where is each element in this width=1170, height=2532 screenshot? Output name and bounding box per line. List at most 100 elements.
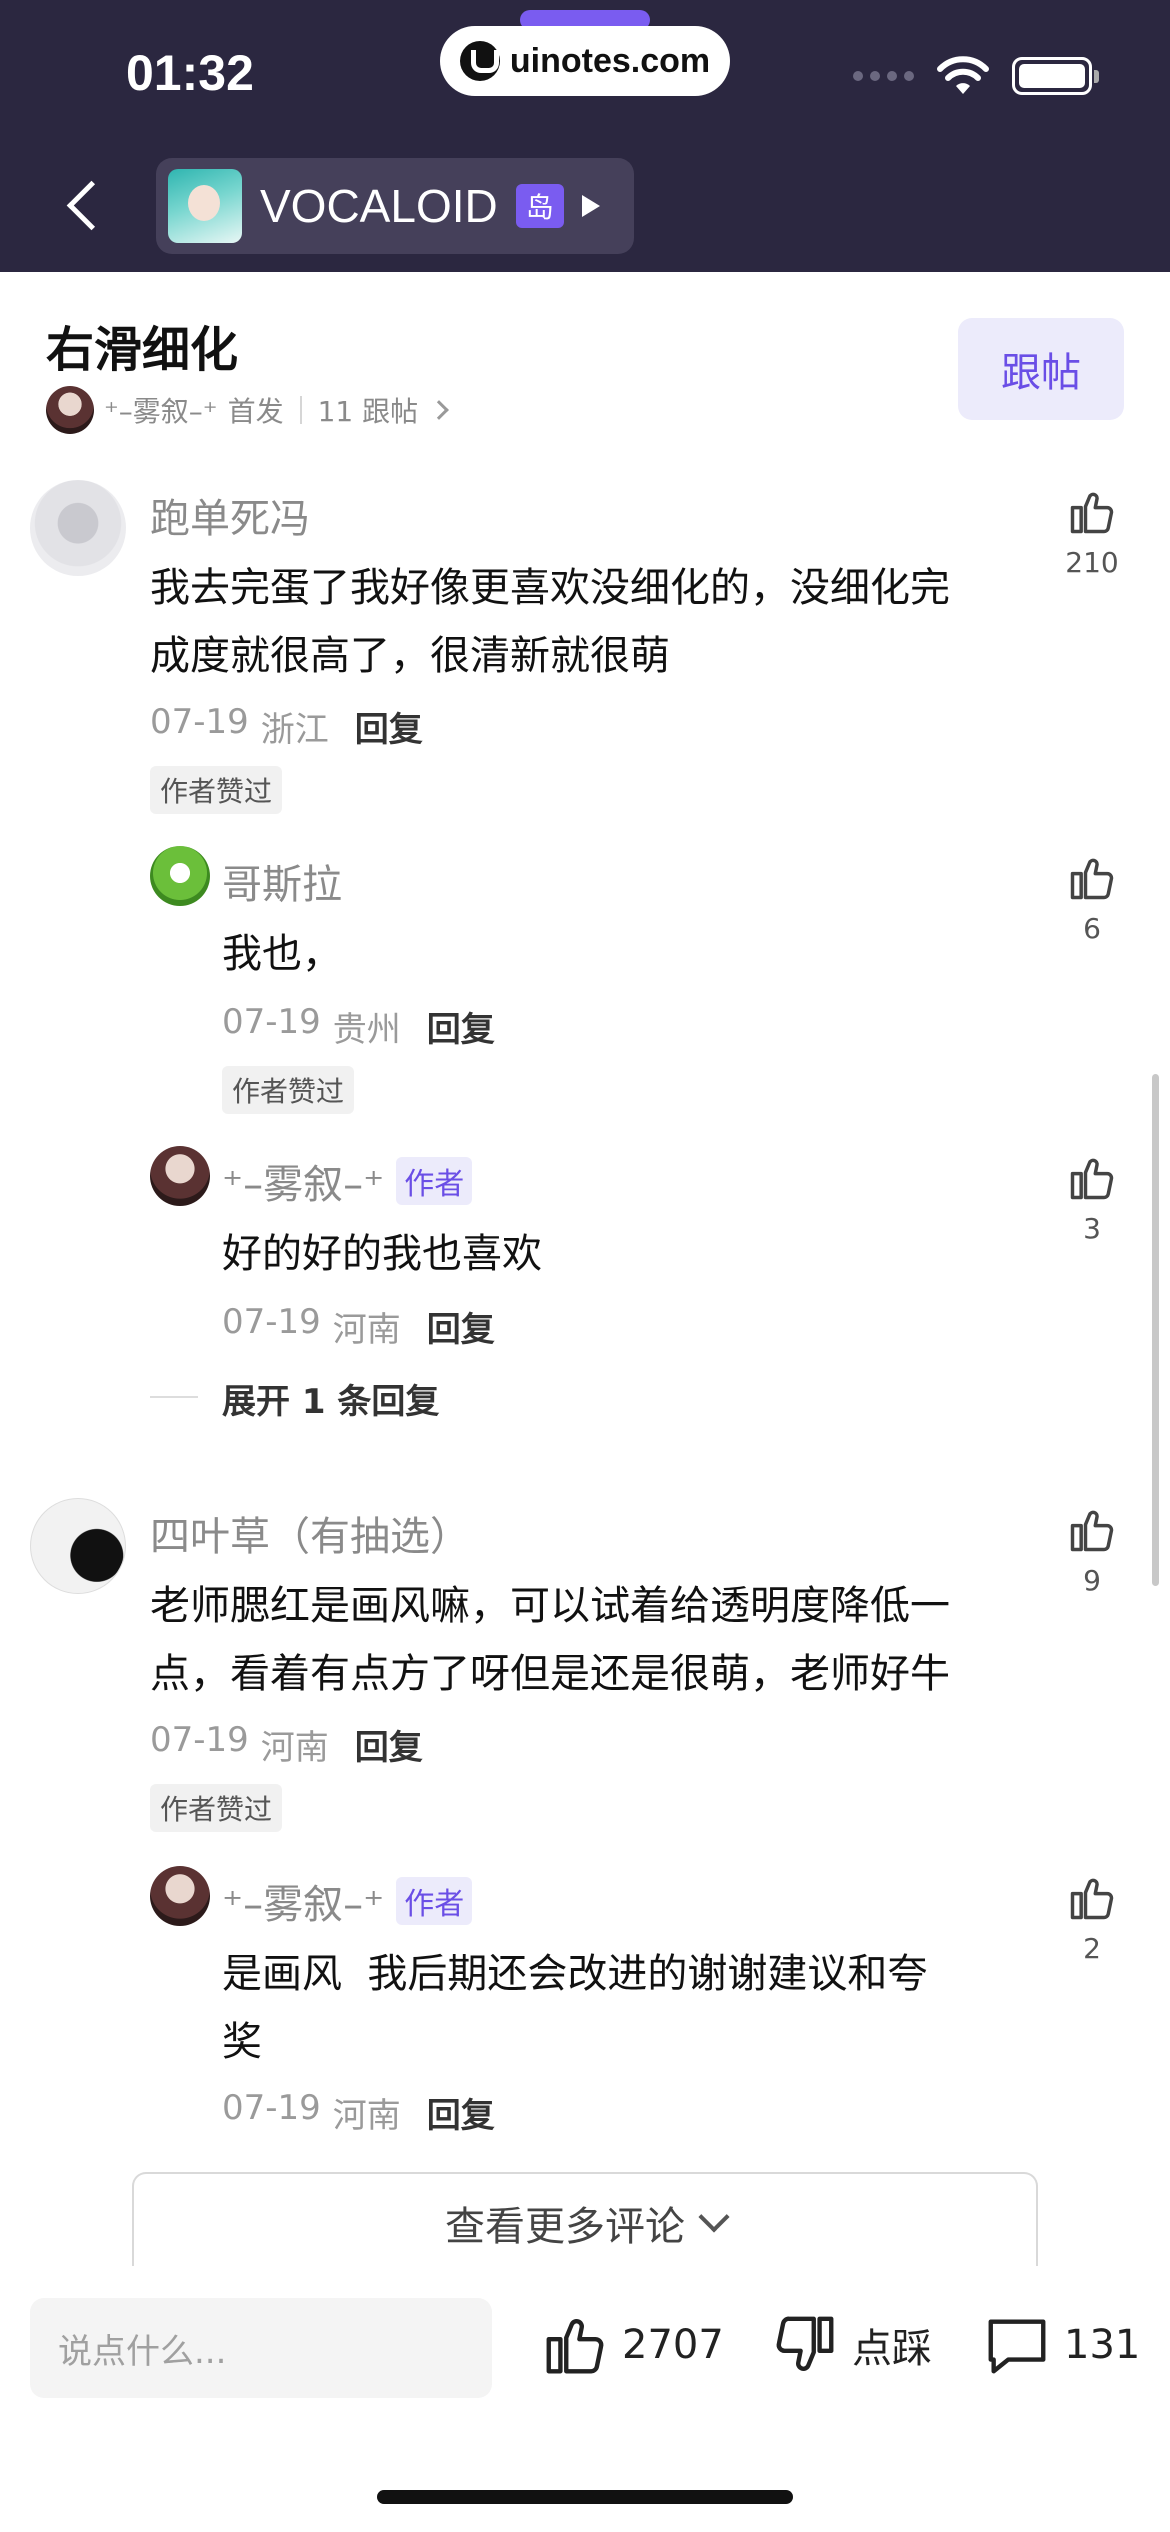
reply-button[interactable]: 回复: [427, 1002, 495, 1051]
like-count: 210: [1065, 546, 1119, 579]
more-comments-button[interactable]: 查看更多评论: [132, 2172, 1038, 2272]
comment-date: 07-19: [150, 1720, 249, 1760]
more-comments-label: 查看更多评论: [445, 2204, 685, 2250]
dislike-label: 点踩: [852, 2326, 932, 2372]
forum-name: VOCALOID: [260, 180, 498, 232]
top-header: 01:32 uinotes.com VOCALOID 岛: [0, 0, 1170, 272]
island-badge: 岛: [515, 184, 564, 228]
thumb-down-icon: [776, 2316, 834, 2371]
like-count: 6: [1083, 912, 1101, 945]
commenter-avatar[interactable]: [150, 1866, 210, 1926]
comment-date: 07-19: [222, 2088, 321, 2128]
author-avatar: [46, 386, 94, 434]
comment-line: 点，看着有点方了呀但是还是很萌，老师好牛: [150, 1651, 950, 1697]
comment-line: 我去完蛋了我好像更喜欢没细化的，没细化完: [150, 565, 950, 611]
commenter-name[interactable]: 四叶草（有抽选）: [150, 1504, 470, 1562]
commenter-name[interactable]: 哥斯拉: [222, 852, 342, 910]
comment-text: 我去完蛋了我好像更喜欢没细化的，没细化完 成度就很高了，很清新就很萌: [150, 554, 1010, 690]
like-count: 3: [1083, 1212, 1101, 1245]
thumb-up-icon[interactable]: [1066, 852, 1118, 904]
commenter-name-text: ⁺–雾叙–⁺: [222, 1882, 385, 1928]
status-time: 01:32: [126, 45, 254, 101]
comment-line: 是画风 我后期还会改进的谢谢建议和夸: [222, 1951, 928, 1997]
author-liked-tag: 作者赞过: [150, 1784, 283, 1832]
first-post-label: 首发: [227, 395, 284, 428]
chevron-down-icon: [698, 2201, 730, 2233]
comment-location: 河南: [260, 1728, 329, 1768]
comment-meta: 07-19 贵州 回复: [222, 1002, 495, 1051]
reply-button[interactable]: 回复: [355, 702, 423, 751]
comment-text: 是画风 我后期还会改进的谢谢建议和夸 奖: [222, 1940, 1002, 2076]
comment-date: 07-19: [150, 702, 249, 742]
comment-location: 浙江: [260, 710, 329, 750]
scrollbar[interactable]: [1152, 1074, 1159, 1586]
author-tag: 作者: [396, 1157, 473, 1205]
commenter-name[interactable]: ⁺–雾叙–⁺ 作者: [222, 1872, 473, 1930]
thumb-up-icon[interactable]: [1066, 1872, 1118, 1924]
comment-icon: [988, 2319, 1046, 2374]
back-arrow-icon[interactable]: [60, 176, 110, 236]
comment-location: 河南: [332, 1310, 401, 1350]
thumb-up-icon[interactable]: [1066, 1152, 1118, 1204]
comment-like[interactable]: 3: [1052, 1152, 1132, 1245]
author-tag: 作者: [396, 1877, 473, 1925]
expand-replies-button[interactable]: 展开 1 条回复: [222, 1374, 439, 1423]
comment-date: 07-19: [222, 1002, 321, 1042]
commenter-avatar[interactable]: [30, 1498, 126, 1594]
comment-date: 07-19: [222, 1302, 321, 1342]
thumb-up-icon[interactable]: [1066, 486, 1118, 538]
commenter-name[interactable]: 跑单死冯: [150, 486, 310, 544]
reply-button[interactable]: 回复: [355, 1720, 423, 1769]
expand-divider: [150, 1396, 198, 1398]
comment-like[interactable]: 2: [1052, 1872, 1132, 1965]
follow-count: 11 跟帖: [317, 395, 419, 428]
thumb-up-icon: [546, 2319, 604, 2374]
comment-meta: 07-19 河南 回复: [222, 2088, 495, 2137]
comment-input[interactable]: 说点什么...: [30, 2298, 492, 2398]
comment-text: 好的好的我也喜欢: [222, 1231, 542, 1277]
commenter-name[interactable]: ⁺–雾叙–⁺ 作者: [222, 1152, 473, 1210]
post-title: 右滑细化: [46, 322, 239, 378]
reply-button[interactable]: 回复: [427, 1302, 495, 1351]
author-liked-tag: 作者赞过: [150, 766, 283, 814]
like-post-button[interactable]: 2707: [540, 2310, 724, 2380]
comment-meta: 07-19 河南 回复: [150, 1720, 423, 1769]
comment-like[interactable]: 6: [1052, 852, 1132, 945]
follow-post-button[interactable]: 跟帖: [958, 318, 1124, 420]
comment-location: 河南: [332, 2096, 401, 2136]
home-indicator: [377, 2490, 793, 2504]
like-count: 2: [1083, 1932, 1101, 1965]
status-indicators: [853, 56, 1099, 96]
meta-divider: [299, 396, 302, 424]
comment-like[interactable]: 210: [1052, 486, 1132, 579]
dislike-post-button[interactable]: 点踩: [770, 2310, 932, 2380]
post-like-count: 2707: [622, 2322, 724, 2368]
watermark-badge: uinotes.com: [440, 26, 730, 96]
watermark-logo-icon: [459, 41, 500, 81]
comment-meta: 07-19 浙江 回复: [150, 702, 423, 751]
post-author: ⁺–雾叙–⁺: [104, 395, 218, 428]
post-meta[interactable]: ⁺–雾叙–⁺ 首发 11 跟帖: [46, 386, 450, 434]
commenter-avatar[interactable]: [150, 846, 210, 906]
like-count: 9: [1083, 1564, 1101, 1597]
reply-button[interactable]: 回复: [427, 2088, 495, 2137]
forum-chip[interactable]: VOCALOID 岛: [156, 158, 634, 254]
comment-text: 我也，: [222, 931, 342, 977]
chevron-right-icon: [429, 400, 450, 420]
forum-avatar: [168, 169, 242, 243]
thumb-up-icon[interactable]: [1066, 1504, 1118, 1556]
commenter-avatar[interactable]: [150, 1146, 210, 1206]
battery-icon: [1012, 57, 1099, 95]
comment-like[interactable]: 9: [1052, 1504, 1132, 1597]
comment-count: 131: [1064, 2322, 1141, 2368]
comment-text: 老师腮红是画风嘛，可以试着给透明度降低一 点，看着有点方了呀但是还是很萌，老师好…: [150, 1572, 1010, 1708]
signal-icon: [853, 71, 914, 81]
comments-button[interactable]: 131: [982, 2310, 1140, 2380]
comment-line: 奖: [222, 2019, 262, 2065]
comment-line: 成度就很高了，很清新就很萌: [150, 633, 670, 679]
play-icon: [581, 195, 600, 217]
author-liked-tag: 作者赞过: [222, 1066, 355, 1114]
comment-line: 老师腮红是画风嘛，可以试着给透明度降低一: [150, 1583, 950, 1629]
watermark-text: uinotes.com: [509, 41, 711, 80]
commenter-avatar[interactable]: [30, 480, 126, 576]
